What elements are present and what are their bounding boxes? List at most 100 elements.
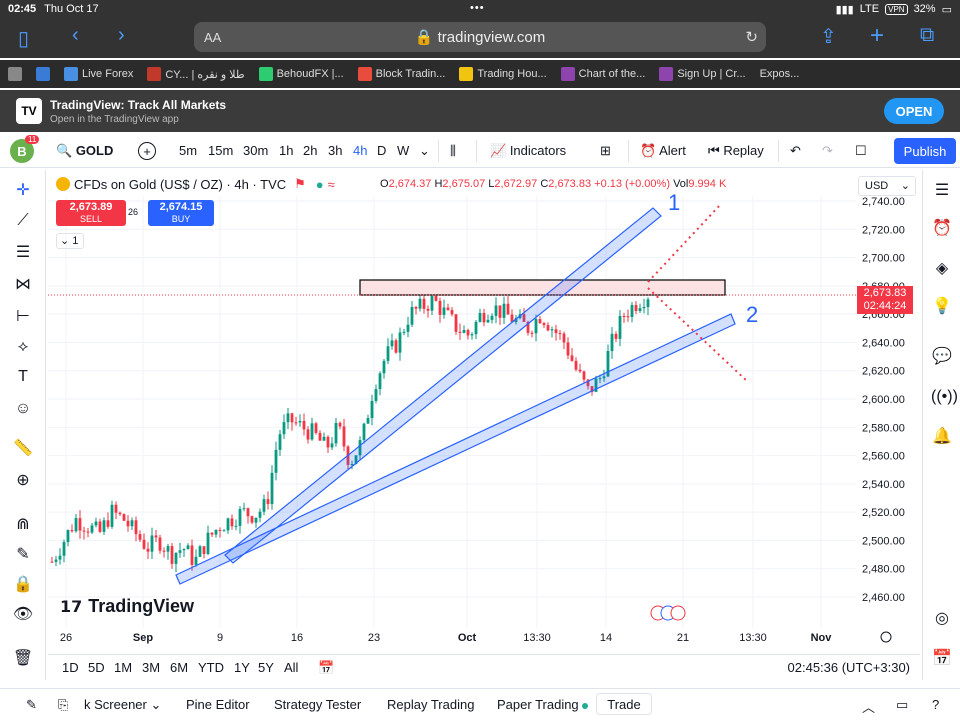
tabs-overview-icon[interactable]: ⧉ [920, 24, 934, 47]
vpn-badge: VPN [885, 3, 908, 15]
candle-body [418, 298, 422, 309]
crosshair-icon[interactable]: ✛ [12, 180, 34, 202]
zoom-in-icon[interactable]: ⊕ [12, 470, 34, 492]
tab-replay-trading[interactable]: Replay Trading [387, 697, 474, 712]
alert-button[interactable]: ⏰ Alert [640, 143, 686, 159]
bookmark-block-trading[interactable]: Block Tradin... [357, 67, 445, 81]
multitask-dots-icon[interactable]: ••• [470, 2, 485, 14]
tf-1h[interactable]: 1h [279, 143, 293, 158]
pine-file-icon[interactable]: ⎘ [58, 697, 68, 713]
text-icon[interactable]: T [12, 366, 34, 388]
share-icon[interactable]: ⇪ [820, 24, 837, 49]
range-ytd[interactable]: YTD [198, 660, 224, 675]
notifications-bell-icon[interactable]: 🔔 [931, 426, 953, 448]
date-range-icon[interactable]: 📅 [318, 660, 334, 676]
ruler-icon[interactable]: 📏 [12, 438, 34, 460]
calendar-icon[interactable]: 📅 [931, 648, 953, 670]
tf-30m[interactable]: 30m [243, 143, 268, 158]
back-icon[interactable]: ‹ [72, 24, 79, 47]
compare-plus-icon[interactable]: + [138, 142, 156, 160]
tab-stock-screener[interactable]: k Screener ⌄ [84, 697, 161, 713]
chat-icon[interactable]: 💬 [931, 346, 953, 368]
tf-2h[interactable]: 2h [303, 143, 317, 158]
tf-d[interactable]: D [377, 143, 386, 158]
replay-button[interactable]: ⏮ Replay [708, 143, 764, 159]
emoji-icon[interactable]: ☺ [12, 398, 34, 420]
sidebar-icon[interactable]: ▯ [18, 26, 29, 51]
symbol-search[interactable]: 🔍 GOLD [56, 143, 113, 159]
tf-4h[interactable]: 4h [353, 143, 367, 158]
eye-icon[interactable]: 👁 [12, 604, 34, 626]
open-app-button[interactable]: OPEN [884, 98, 944, 124]
collapse-panel-icon[interactable]: ︿ [862, 697, 875, 716]
layout-square-icon[interactable]: ☐ [855, 143, 867, 159]
lock-icon[interactable]: 🔒 [12, 574, 34, 596]
forward-icon[interactable]: › [118, 24, 125, 47]
templates-grid-icon[interactable]: ⊞ [600, 143, 611, 159]
tf-3h[interactable]: 3h [328, 143, 342, 158]
price-chart[interactable]: 1 2 2,740.002,720.002,700.002,680.002,66… [48, 170, 920, 652]
drawing-mode-icon[interactable]: ✎ [12, 544, 34, 566]
ideas-bulb-icon[interactable]: 💡 [931, 296, 953, 318]
candle-body [174, 552, 178, 564]
projection-icon[interactable]: ⊢ [12, 306, 34, 328]
undo-icon[interactable]: ↶ [790, 143, 801, 159]
dom-target-icon[interactable]: ◎ [931, 608, 953, 630]
tab-strategy-tester[interactable]: Strategy Tester [274, 697, 361, 712]
range-1d[interactable]: 1D [62, 660, 79, 675]
bookmark-cy[interactable]: CY... | طلا و نقره [147, 67, 245, 81]
indicators-button[interactable]: 📈 Indicators [490, 143, 566, 159]
indicators-collapse-toggle[interactable]: ⌄ 1 [56, 233, 84, 249]
fib-retracement-icon[interactable]: ☰ [12, 242, 34, 264]
help-icon[interactable]: ? [932, 697, 939, 712]
symbol-title[interactable]: CFDs on Gold (US$ / OZ) · 4h · TVC [74, 177, 286, 192]
flag-icon[interactable]: ⚑ [294, 176, 306, 192]
tf-5m[interactable]: 5m [179, 143, 197, 158]
range-all[interactable]: All [284, 660, 298, 675]
buy-button[interactable]: 2,674.15 BUY [148, 200, 214, 226]
url-field[interactable]: AA 🔒 tradingview.com ↻ [194, 22, 766, 52]
candle-body [194, 556, 198, 565]
new-tab-icon[interactable]: + [870, 22, 884, 50]
chart-type-candles-icon[interactable]: ⫼ [450, 143, 456, 159]
brush-icon[interactable]: ⟡ [12, 336, 34, 358]
range-1y[interactable]: 1Y [234, 660, 250, 675]
range-6m[interactable]: 6M [170, 660, 188, 675]
bookmark-expos[interactable]: Expos... [760, 68, 800, 80]
tf-w[interactable]: W [397, 143, 409, 158]
tab-trade[interactable]: Trade [596, 693, 652, 715]
alerts-clock-icon[interactable]: ⏰ [931, 218, 953, 240]
reload-icon[interactable]: ↻ [745, 28, 758, 46]
bookmark-signup[interactable]: Sign Up | Cr... [659, 67, 746, 81]
trash-icon[interactable]: 🗑 [12, 648, 34, 670]
session-clock[interactable]: 02:45:36 (UTC+3:30) [788, 660, 910, 675]
range-5d[interactable]: 5D [88, 660, 105, 675]
timeframe-dropdown-icon[interactable]: ⌄ [419, 143, 430, 159]
range-3m[interactable]: 3M [142, 660, 160, 675]
tab-paper-trading[interactable]: Paper Trading [497, 697, 579, 712]
pattern-icon[interactable]: ⋈ [12, 274, 34, 296]
magnet-icon[interactable]: ⋒ [12, 514, 34, 536]
bookmark-chart-of-the[interactable]: Chart of the... [560, 67, 645, 81]
trend-line-icon[interactable]: ⟋ [12, 210, 34, 232]
chart-settings-gear-icon [880, 631, 892, 643]
maximize-panel-icon[interactable]: ▭ [896, 697, 908, 713]
candle-body [610, 333, 614, 352]
bookmark-live-forex[interactable]: Live Forex [64, 67, 133, 81]
currency-select[interactable]: USD ⌄ [858, 176, 916, 196]
draw-hand-icon[interactable]: ✎ [26, 697, 37, 713]
tf-15m[interactable]: 15m [208, 143, 233, 158]
bookmark-folder[interactable] [36, 67, 50, 81]
bookmark-trading-house[interactable]: Trading Hou... [459, 67, 547, 81]
tab-pine-editor[interactable]: Pine Editor [186, 697, 250, 712]
redo-icon[interactable]: ↷ [822, 143, 833, 159]
bookmark-behoud[interactable]: BehoudFX |... [258, 67, 344, 81]
range-1m[interactable]: 1M [114, 660, 132, 675]
stream-icon[interactable]: ((•)) [931, 386, 958, 408]
sell-button[interactable]: 2,673.89 SELL [56, 200, 126, 226]
range-5y[interactable]: 5Y [258, 660, 274, 675]
bookmark-tv[interactable] [8, 67, 22, 81]
watchlist-icon[interactable]: ☰ [931, 180, 953, 202]
layers-icon[interactable]: ◈ [931, 258, 953, 280]
publish-button[interactable]: Publish [894, 138, 956, 164]
